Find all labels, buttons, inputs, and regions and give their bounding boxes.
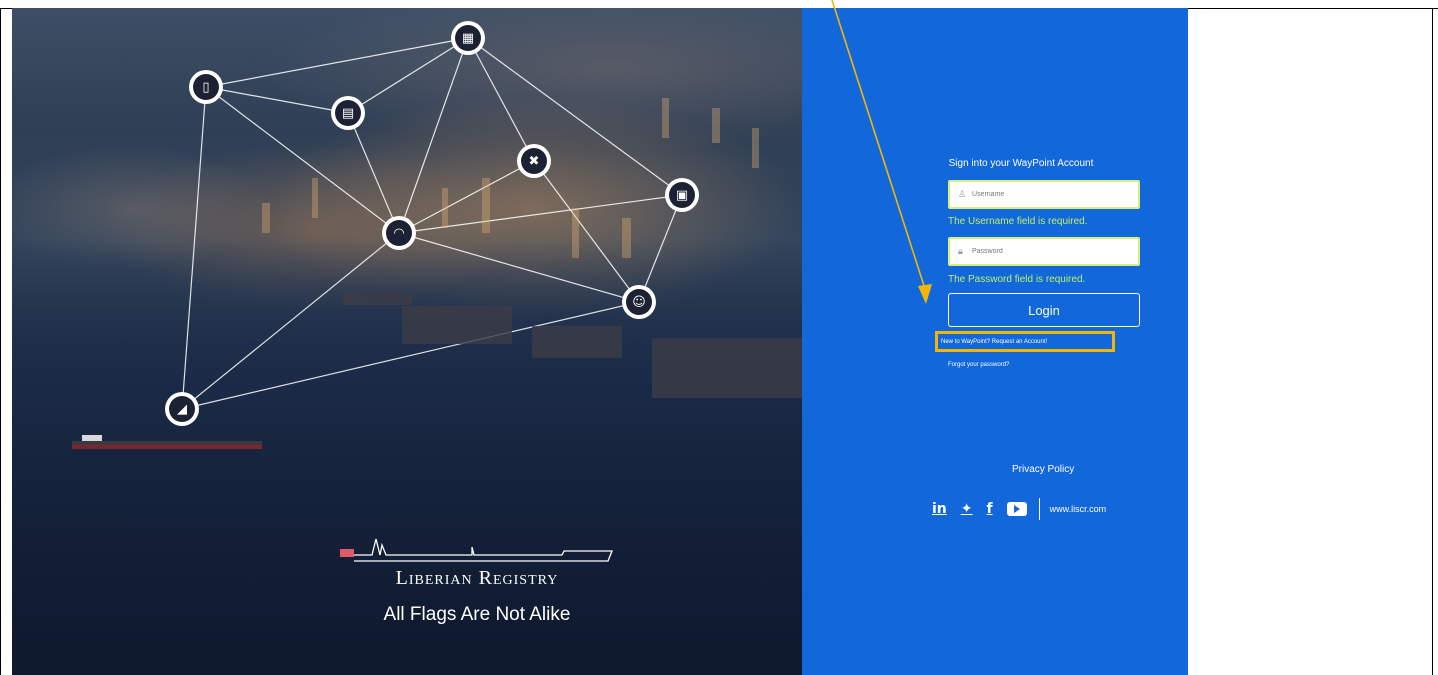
network-node-wifi: ◠ (382, 216, 416, 250)
privacy-policy-link[interactable]: Privacy Policy (1012, 464, 1074, 475)
username-field[interactable]: ♙ (948, 180, 1140, 209)
linkedin-icon[interactable]: in (932, 501, 947, 517)
lock-icon: 🔒︎ (958, 246, 963, 257)
network-node-seafarer: ☺ (622, 285, 656, 319)
tools-icon: ✖ (521, 148, 547, 174)
satellite-dish-icon: ◢ (169, 396, 195, 422)
user-icon: ♙ (958, 189, 967, 200)
left-border-line (0, 8, 1, 675)
cargo-ship-image (72, 435, 262, 449)
network-node-satellite: ◢ (165, 392, 199, 426)
qr-code-icon: ▦ (455, 25, 481, 51)
liberian-registry-logo: Liberian Registry All Flags Are Not Alik… (322, 533, 632, 626)
seafarer-id-icon: ☺ (626, 289, 652, 315)
network-node-document: ▤ (331, 96, 365, 130)
network-node-tablet: ▣ (665, 178, 699, 212)
login-title: Sign into your WayPoint Account (948, 158, 1094, 169)
forgot-password-link[interactable]: Forgot your password? (948, 362, 1009, 368)
twitter-icon[interactable]: ✦ (961, 501, 973, 517)
tablet-icon: ▣ (669, 182, 695, 208)
wifi-icon: ◠ (386, 220, 412, 246)
right-border-line (1432, 8, 1433, 675)
password-input[interactable] (972, 248, 1132, 255)
social-divider (1038, 498, 1040, 520)
website-link[interactable]: www.liscr.com (1050, 504, 1107, 514)
network-node-qr: ▦ (451, 21, 485, 55)
request-account-highlight: New to WayPoint? Request an Account! (935, 331, 1115, 352)
login-panel: Sign into your WayPoint Account ♙ The Us… (802, 8, 1188, 675)
social-links: in ✦ f www.liscr.com (932, 498, 1106, 520)
mobile-phone-icon: ▯ (193, 74, 219, 100)
username-error: The Username field is required. (948, 216, 1088, 227)
brand-name: Liberian Registry (395, 567, 559, 589)
network-node-tools: ✖ (517, 144, 551, 178)
login-button[interactable]: Login (948, 293, 1140, 327)
facebook-icon[interactable]: f (987, 501, 993, 517)
youtube-icon[interactable] (1006, 502, 1027, 516)
ship-outline-logo (340, 538, 613, 562)
document-icon: ▤ (335, 100, 361, 126)
network-node-mobile: ▯ (189, 70, 223, 104)
screenshot-frame: ▦ ▯ ▤ ✖ ◠ ▣ ☺ ◢ Liberian Registry All Fl… (0, 0, 1438, 675)
password-error: The Password field is required. (948, 274, 1086, 285)
request-account-link[interactable]: New to WayPoint? Request an Account! (941, 339, 1047, 345)
hero-image: ▦ ▯ ▤ ✖ ◠ ▣ ☺ ◢ Liberian Registry All Fl… (12, 8, 802, 675)
username-input[interactable] (972, 191, 1132, 198)
password-field[interactable]: 🔒︎ (948, 237, 1140, 266)
brand-tagline: All Flags Are Not Alike (383, 604, 571, 625)
